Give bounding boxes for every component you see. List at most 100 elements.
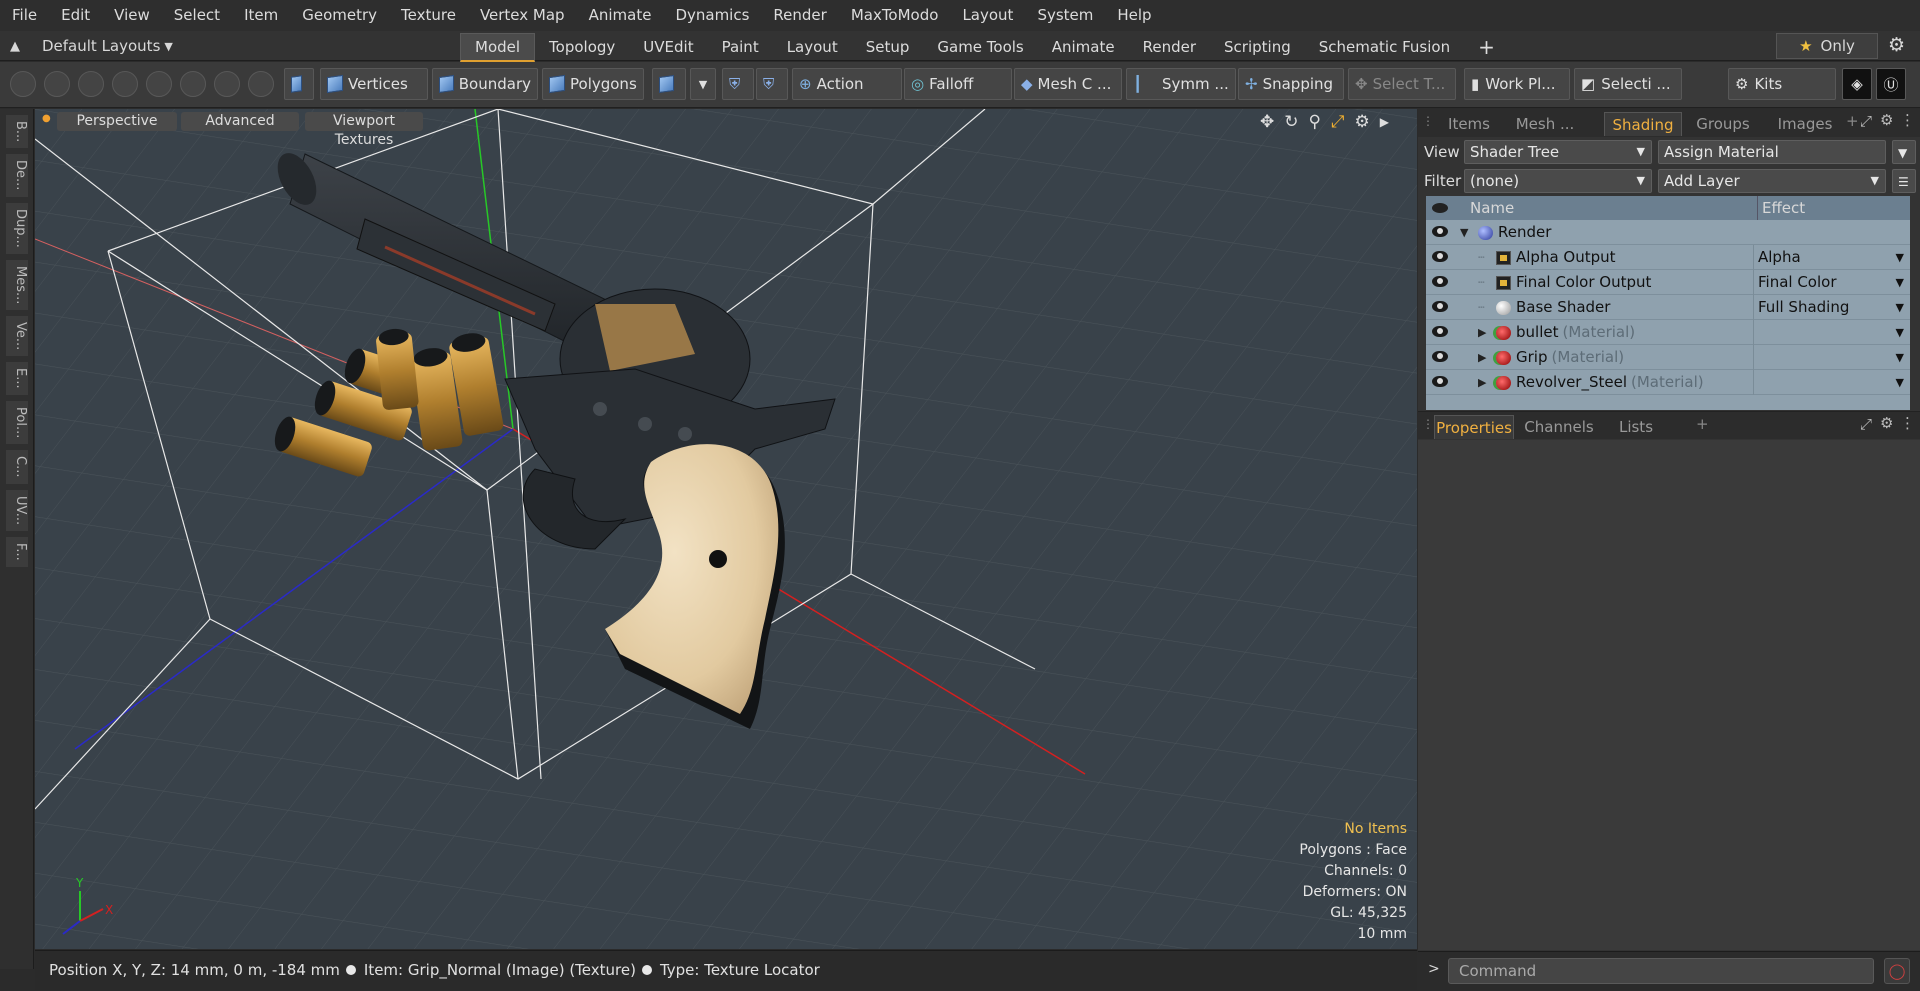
circle-slash-icon[interactable] xyxy=(248,71,274,97)
menu-edit[interactable]: Edit xyxy=(49,0,102,31)
perspective-dropdown[interactable]: Perspective xyxy=(57,112,177,131)
left-tab-deform[interactable]: De... xyxy=(6,154,28,197)
boundary-button[interactable]: Boundary xyxy=(432,68,538,100)
add-tab-icon[interactable]: + xyxy=(1696,415,1709,433)
mode-dropdown[interactable]: ▼ xyxy=(690,68,716,100)
menu-item[interactable]: Item xyxy=(232,0,290,31)
assign-material-dropdown[interactable]: Assign Material xyxy=(1658,140,1886,164)
paint-select-icon[interactable] xyxy=(112,71,138,97)
visibility-eye-icon[interactable] xyxy=(1432,351,1448,362)
record-icon[interactable]: ◯ xyxy=(1884,958,1910,984)
column-effect[interactable]: Effect xyxy=(1757,196,1805,220)
only-button[interactable]: ★ Only xyxy=(1776,33,1878,59)
left-tab-edge[interactable]: E... xyxy=(6,362,28,395)
tab-properties[interactable]: Properties xyxy=(1434,415,1514,439)
unity-button[interactable]: ◈ xyxy=(1842,68,1872,100)
effect-dropdown[interactable]: Alpha ▼ xyxy=(1753,245,1910,270)
visibility-eye-icon[interactable] xyxy=(1432,226,1448,237)
tab-game-tools[interactable]: Game Tools xyxy=(923,34,1037,60)
tab-mesh[interactable]: Mesh ... xyxy=(1506,112,1584,136)
viewport-3d[interactable]: Y X ● Perspective Advanced Viewport Text… xyxy=(35,109,1417,949)
falloff-icon[interactable] xyxy=(146,71,172,97)
panel-menu-icon[interactable]: ⋮ xyxy=(1900,414,1915,432)
command-expand-icon[interactable]: > xyxy=(1428,961,1440,977)
column-name[interactable]: Name xyxy=(1470,196,1514,220)
falloff-button[interactable]: ◎ Falloff xyxy=(904,68,1012,100)
collapsed-arrow-icon[interactable]: ▶ xyxy=(1478,345,1486,370)
menu-maxtomodo[interactable]: MaxToModo xyxy=(839,0,951,31)
viewport-scene[interactable]: Y X xyxy=(35,109,1417,949)
collapsed-arrow-icon[interactable]: ▶ xyxy=(1478,370,1486,395)
polygons-button[interactable]: Polygons xyxy=(542,68,644,100)
globe-icon[interactable] xyxy=(44,71,70,97)
kits-button[interactable]: ⚙ Kits xyxy=(1728,68,1836,100)
maximize-icon[interactable]: ⤢ xyxy=(1860,112,1872,130)
menu-vertex-map[interactable]: Vertex Map xyxy=(468,0,577,31)
tab-images[interactable]: Images xyxy=(1764,112,1846,136)
left-tab-fusion[interactable]: F... xyxy=(6,536,28,567)
expand-arrow-icon[interactable]: ▶ xyxy=(1380,115,1389,132)
tab-setup[interactable]: Setup xyxy=(852,34,924,60)
effect-dropdown[interactable]: Final Color ▼ xyxy=(1753,270,1910,295)
grip-handle-icon[interactable]: ⋮ xyxy=(1422,114,1434,128)
visibility-eye-icon[interactable] xyxy=(1432,376,1448,387)
symmetry-shield-button[interactable]: ⛨ xyxy=(722,68,754,100)
effect-dropdown[interactable]: ▼ xyxy=(1753,370,1910,395)
menu-dynamics[interactable]: Dynamics xyxy=(663,0,761,31)
shader-tree-row[interactable]: ┄ Final Color Output Final Color ▼ xyxy=(1426,270,1910,295)
menu-file[interactable]: File xyxy=(0,0,49,31)
filter-funnel-button[interactable]: ▼ xyxy=(1892,140,1916,164)
left-tab-duplicate[interactable]: Dup... xyxy=(6,202,28,254)
view-dropdown[interactable]: Shader Tree ▼ xyxy=(1464,140,1652,164)
menu-select[interactable]: Select xyxy=(162,0,232,31)
add-layer-dropdown[interactable]: Add Layer ▼ xyxy=(1658,169,1886,193)
grid-icon[interactable] xyxy=(180,71,206,97)
menu-texture[interactable]: Texture xyxy=(389,0,468,31)
effect-dropdown[interactable]: Full Shading ▼ xyxy=(1753,295,1910,320)
tab-scripting[interactable]: Scripting xyxy=(1210,34,1305,60)
collapsed-arrow-icon[interactable]: ▶ xyxy=(1478,320,1486,345)
vertices-button[interactable]: Vertices xyxy=(320,68,428,100)
rotate-icon[interactable]: ↻ xyxy=(1284,112,1298,132)
layout-selector[interactable]: ▲ Default Layouts ▼ xyxy=(10,31,173,61)
select-circle-icon[interactable] xyxy=(10,71,36,97)
left-tab-curve[interactable]: C... xyxy=(6,450,28,484)
tab-channels[interactable]: Channels xyxy=(1518,415,1600,439)
work-plane-button[interactable]: ▮ Work Pl... xyxy=(1464,68,1570,100)
shader-tree-row[interactable]: ▶ Revolver_Steel (Material) ▼ xyxy=(1426,370,1910,395)
pan-icon[interactable]: ✥ xyxy=(1260,112,1274,132)
shader-tree-row[interactable]: ▼ Render xyxy=(1426,220,1910,245)
advanced-dropdown[interactable]: Advanced xyxy=(181,112,299,131)
tab-topology[interactable]: Topology xyxy=(535,34,629,60)
zoom-icon[interactable]: ⚲ xyxy=(1308,112,1320,132)
left-tab-uv[interactable]: UV... xyxy=(6,489,28,531)
menu-layout[interactable]: Layout xyxy=(950,0,1025,31)
shield-plus-button[interactable]: ⛨ xyxy=(756,68,788,100)
loop-icon[interactable] xyxy=(214,71,240,97)
left-tab-basic[interactable]: B... xyxy=(6,115,28,149)
tab-lists[interactable]: Lists xyxy=(1604,415,1668,439)
visibility-eye-icon[interactable] xyxy=(1432,276,1448,287)
tab-animate[interactable]: Animate xyxy=(1038,34,1129,60)
effect-dropdown[interactable]: ▼ xyxy=(1753,320,1910,345)
visibility-eye-icon[interactable] xyxy=(1432,301,1448,312)
menu-system[interactable]: System xyxy=(1025,0,1105,31)
panel-menu-icon[interactable]: ⋮ xyxy=(1900,111,1915,129)
tab-render[interactable]: Render xyxy=(1129,34,1210,60)
expanded-arrow-icon[interactable]: ▼ xyxy=(1460,220,1468,245)
viewport-settings-icon[interactable]: ⚙ xyxy=(1355,112,1370,132)
fit-icon[interactable]: ⤢ xyxy=(1331,112,1345,132)
tab-layout[interactable]: Layout xyxy=(773,34,852,60)
tab-schematic-fusion[interactable]: Schematic Fusion xyxy=(1305,34,1464,60)
left-tab-polygon[interactable]: Pol... xyxy=(6,400,28,445)
tab-model[interactable]: Model xyxy=(460,32,536,62)
layout-up-icon[interactable]: ▲ xyxy=(10,39,20,54)
menu-animate[interactable]: Animate xyxy=(577,0,664,31)
menu-help[interactable]: Help xyxy=(1105,0,1163,31)
tab-groups[interactable]: Groups xyxy=(1684,112,1762,136)
shader-tree-row[interactable]: ▶ Grip (Material) ▼ xyxy=(1426,345,1910,370)
add-tab-icon[interactable]: + xyxy=(1464,34,1509,60)
panel-settings-icon[interactable]: ⚙ xyxy=(1880,414,1893,432)
settings-gear-icon[interactable]: ⚙ xyxy=(1888,34,1905,56)
tab-shading[interactable]: Shading xyxy=(1604,112,1682,136)
